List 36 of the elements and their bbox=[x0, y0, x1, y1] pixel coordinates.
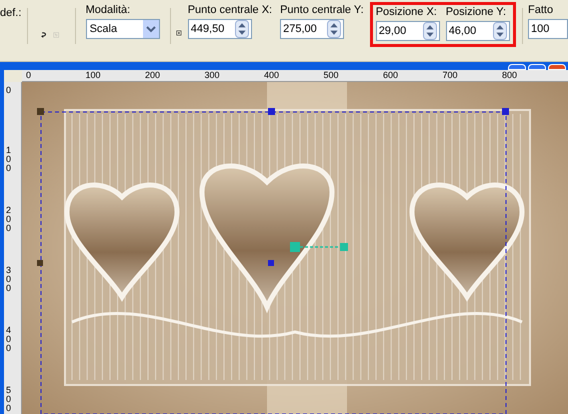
ruler-label: 500 bbox=[324, 70, 339, 80]
field-label: Punto centrale X: bbox=[188, 4, 272, 17]
ruler-label: 400 bbox=[6, 326, 12, 353]
mode-label: Modalità: bbox=[86, 4, 132, 17]
ruler-label: 0 bbox=[26, 70, 32, 80]
spin-button[interactable] bbox=[422, 22, 437, 40]
spin-button[interactable] bbox=[234, 20, 249, 38]
field-label: Punto centrale Y: bbox=[280, 4, 364, 17]
close-button[interactable] bbox=[548, 64, 566, 70]
ruler-label: 400 bbox=[264, 70, 280, 80]
spin-button[interactable] bbox=[492, 22, 507, 40]
ruler-label: 100 bbox=[6, 146, 12, 173]
ruler-label: 200 bbox=[145, 70, 160, 80]
number-field[interactable]: 449,50 bbox=[188, 19, 252, 39]
preset-label: def.: bbox=[0, 6, 22, 21]
ruler-label: 800 bbox=[502, 70, 518, 80]
ruler-label: 300 bbox=[6, 266, 12, 293]
ruler-label: 100 bbox=[86, 70, 101, 80]
ruler-label: 0 bbox=[6, 86, 12, 95]
ruler-label: 200 bbox=[6, 206, 12, 233]
ruler-label: 300 bbox=[204, 70, 220, 80]
number-field[interactable]: 275,00 bbox=[280, 19, 344, 39]
ruler-label: 500 bbox=[6, 386, 12, 413]
caret-icon bbox=[142, 20, 159, 38]
number-field[interactable]: 100 bbox=[528, 19, 568, 39]
ruler-label: 600 bbox=[383, 70, 398, 80]
number-field[interactable]: 29,00 bbox=[376, 21, 440, 41]
number-field[interactable]: 46,00 bbox=[446, 21, 510, 41]
maximize-button[interactable] bbox=[528, 64, 546, 70]
spin-button[interactable] bbox=[327, 20, 342, 38]
ruler-label: 700 bbox=[442, 70, 458, 80]
field-label: Fatto bbox=[528, 4, 554, 17]
field-label: Posizione X: bbox=[376, 6, 438, 19]
mode-dropdown[interactable]: Scala bbox=[86, 19, 160, 39]
field-label: Posizione Y: bbox=[446, 6, 508, 19]
minimize-button[interactable] bbox=[508, 64, 526, 70]
